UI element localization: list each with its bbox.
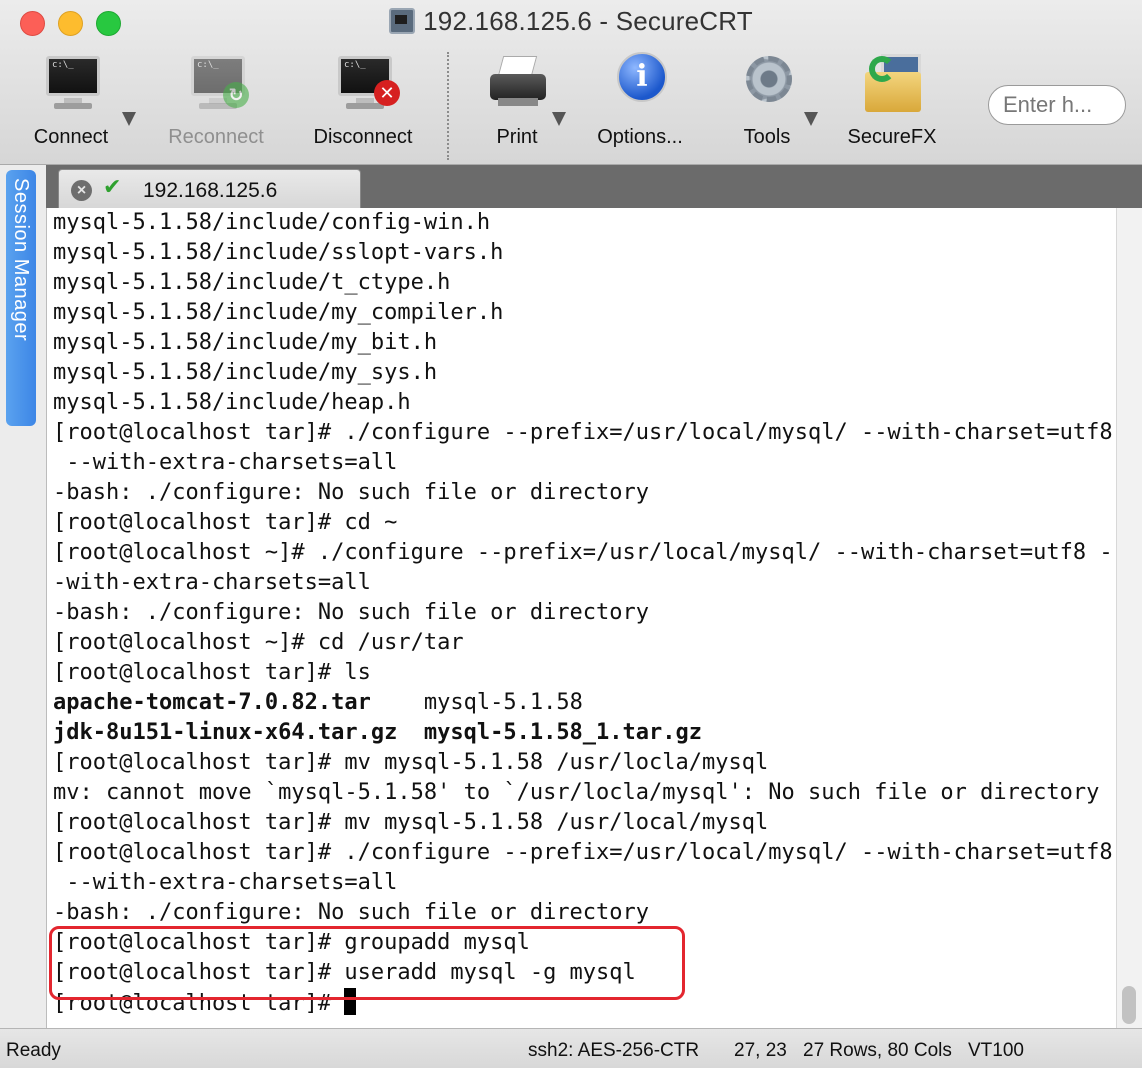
print-button[interactable]: Print xyxy=(482,52,552,149)
terminal-line: [root@localhost ~]# ./configure --prefix… xyxy=(53,538,1113,568)
terminal-line: [root@localhost tar]# mv mysql-5.1.58 /u… xyxy=(53,808,1113,838)
status-emulation: VT100 xyxy=(968,1040,1024,1061)
options-label: Options... xyxy=(597,126,683,148)
status-bar: Ready ssh2: AES-256-CTR 27, 23 27 Rows, … xyxy=(0,1028,1142,1068)
securecrt-app-icon xyxy=(389,8,416,34)
close-tab-icon[interactable]: × xyxy=(71,180,92,201)
terminal-line-text: --with-extra-charsets=all xyxy=(53,450,398,475)
status-cipher: ssh2: AES-256-CTR xyxy=(528,1040,700,1061)
terminal-line-text: -bash: ./configure: No such file or dire… xyxy=(53,480,650,505)
print-dropdown-arrow-icon[interactable] xyxy=(552,112,566,126)
tab-session[interactable]: × ✔ 192.168.125.6 xyxy=(58,169,361,208)
session-manager-tab[interactable]: Session Manager xyxy=(6,170,36,426)
connect-label: Connect xyxy=(33,126,109,148)
terminal-line: jdk-8u151-linux-x64.tar.gz mysql-5.1.58_… xyxy=(53,718,1113,748)
terminal-view[interactable]: mysql-5.1.58/include/config-win.h mysql-5… xyxy=(46,208,1116,1028)
terminal-line-text: [root@localhost tar]# ./configure --pref… xyxy=(53,420,1113,445)
search-field[interactable]: Enter h... xyxy=(988,85,1126,125)
terminal-line: [root@localhost tar]# ./configure --pref… xyxy=(53,838,1113,868)
terminal-line: mysql-5.1.58/include/my_sys.h xyxy=(53,358,1113,388)
tools-button[interactable]: Tools xyxy=(732,52,802,149)
tools-dropdown-arrow-icon[interactable] xyxy=(804,112,818,126)
gear-icon xyxy=(732,52,802,114)
window-title-text: 192.168.125.6 - SecureCRT xyxy=(423,6,753,36)
reconnect-label: Reconnect xyxy=(168,126,264,148)
terminal-line: mysql-5.1.58/include/config-win.h xyxy=(53,208,1113,238)
terminal-line-text: mysql-5.1.58/include/t_ctype.h xyxy=(53,270,451,295)
session-manager-label: Session Manager xyxy=(10,178,32,342)
printer-icon xyxy=(482,52,552,114)
terminal-line-text: mysql-5.1.58/include/my_sys.h xyxy=(53,360,438,385)
terminal-line: -bash: ./configure: No such file or dire… xyxy=(53,598,1113,628)
terminal-line-text: [root@localhost tar]# mv mysql-5.1.58 /u… xyxy=(53,750,769,775)
terminal-line: mysql-5.1.58/include/my_bit.h xyxy=(53,328,1113,358)
highlight-annotation-box xyxy=(49,926,685,1000)
connected-checkmark-icon: ✔ xyxy=(103,174,122,199)
disconnect-button[interactable]: ✕ Disconnect xyxy=(307,52,419,149)
terminal-line-text: [root@localhost tar]# mv mysql-5.1.58 /u… xyxy=(53,810,769,835)
status-terminal-size: 27 Rows, 80 Cols xyxy=(803,1040,952,1061)
terminal-line-text: mv: cannot move `mysql-5.1.58' to `/usr/… xyxy=(53,780,1100,805)
terminal-line-text: mysql-5.1.58/include/heap.h xyxy=(53,390,411,415)
connect-monitor-icon xyxy=(36,52,106,114)
terminal-line: mysql-5.1.58/include/sslopt-vars.h xyxy=(53,238,1113,268)
tools-label: Tools xyxy=(743,126,791,148)
terminal-line: mysql-5.1.58/include/heap.h xyxy=(53,388,1113,418)
terminal-line: mysql-5.1.58/include/my_compiler.h xyxy=(53,298,1113,328)
status-ready: Ready xyxy=(6,1040,61,1061)
info-icon: i xyxy=(605,52,675,114)
terminal-line: --with-extra-charsets=all xyxy=(53,448,1113,478)
terminal-line-text: [root@localhost tar]# ./configure --pref… xyxy=(53,840,1113,865)
terminal-line-text: jdk-8u151-linux-x64.tar.gz mysql-5.1.58_… xyxy=(53,720,703,745)
terminal-line: -bash: ./configure: No such file or dire… xyxy=(53,478,1113,508)
toolbar-separator xyxy=(447,52,449,160)
connect-dropdown-arrow-icon[interactable] xyxy=(122,112,136,126)
terminal-output: mysql-5.1.58/include/config-win.h mysql-5… xyxy=(53,208,1113,1018)
terminal-line-text: [root@localhost tar]# ls xyxy=(53,660,371,685)
terminal-line-text: mysql-5.1.58/include/config-win.h xyxy=(53,210,491,235)
status-cursor-position: 27, 23 xyxy=(734,1040,787,1061)
terminal-line-bold-segment: apache-tomcat-7.0.82.tar xyxy=(53,690,371,715)
terminal-line: [root@localhost tar]# mv mysql-5.1.58 /u… xyxy=(53,748,1113,778)
tab-strip: × ✔ 192.168.125.6 xyxy=(46,165,1142,208)
reconnect-monitor-icon: ↻ xyxy=(181,52,251,114)
disconnect-label: Disconnect xyxy=(313,126,413,148)
print-label: Print xyxy=(496,126,538,148)
terminal-line-text: --with-extra-charsets=all xyxy=(53,870,398,895)
terminal-line-text: [root@localhost tar]# cd ~ xyxy=(53,510,398,535)
securefx-label: SecureFX xyxy=(847,126,937,148)
terminal-line: [root@localhost tar]# ls xyxy=(53,658,1113,688)
terminal-line: -with-extra-charsets=all xyxy=(53,568,1113,598)
terminal-line: -bash: ./configure: No such file or dire… xyxy=(53,898,1113,928)
terminal-line-text: -bash: ./configure: No such file or dire… xyxy=(53,900,650,925)
window-title: 192.168.125.6 - SecureCRT xyxy=(0,6,1142,37)
tab-label: 192.168.125.6 xyxy=(143,179,278,202)
terminal-line-text: [root@localhost ~]# ./configure --prefix… xyxy=(53,540,1113,565)
terminal-line-text: mysql-5.1.58/include/my_compiler.h xyxy=(53,300,504,325)
terminal-scrollbar[interactable] xyxy=(1116,208,1142,1028)
terminal-line: apache-tomcat-7.0.82.tar mysql-5.1.58 xyxy=(53,688,1113,718)
connect-button[interactable]: Connect xyxy=(30,52,112,149)
terminal-line: mv: cannot move `mysql-5.1.58' to `/usr/… xyxy=(53,778,1113,808)
disconnect-monitor-icon: ✕ xyxy=(328,52,400,114)
securefx-icon xyxy=(857,52,927,114)
terminal-line-text: -with-extra-charsets=all xyxy=(53,570,371,595)
window-chrome: 192.168.125.6 - SecureCRT Connect ↻ Reco… xyxy=(0,0,1142,165)
terminal-line-text: -bash: ./configure: No such file or dire… xyxy=(53,600,650,625)
terminal-line: [root@localhost tar]# cd ~ xyxy=(53,508,1113,538)
terminal-line-segment: mysql-5.1.58 xyxy=(370,690,583,715)
terminal-line-text: mysql-5.1.58/include/my_bit.h xyxy=(53,330,438,355)
terminal-line-text: [root@localhost ~]# cd /usr/tar xyxy=(53,630,464,655)
securefx-button[interactable]: SecureFX xyxy=(842,52,942,149)
terminal-line: [root@localhost tar]# ./configure --pref… xyxy=(53,418,1113,448)
reconnect-button[interactable]: ↻ Reconnect xyxy=(163,52,269,149)
scrollbar-thumb[interactable] xyxy=(1122,986,1136,1024)
terminal-line: --with-extra-charsets=all xyxy=(53,868,1113,898)
options-button[interactable]: i Options... xyxy=(592,52,688,149)
terminal-line: [root@localhost ~]# cd /usr/tar xyxy=(53,628,1113,658)
terminal-line-text: mysql-5.1.58/include/sslopt-vars.h xyxy=(53,240,504,265)
terminal-line: mysql-5.1.58/include/t_ctype.h xyxy=(53,268,1113,298)
